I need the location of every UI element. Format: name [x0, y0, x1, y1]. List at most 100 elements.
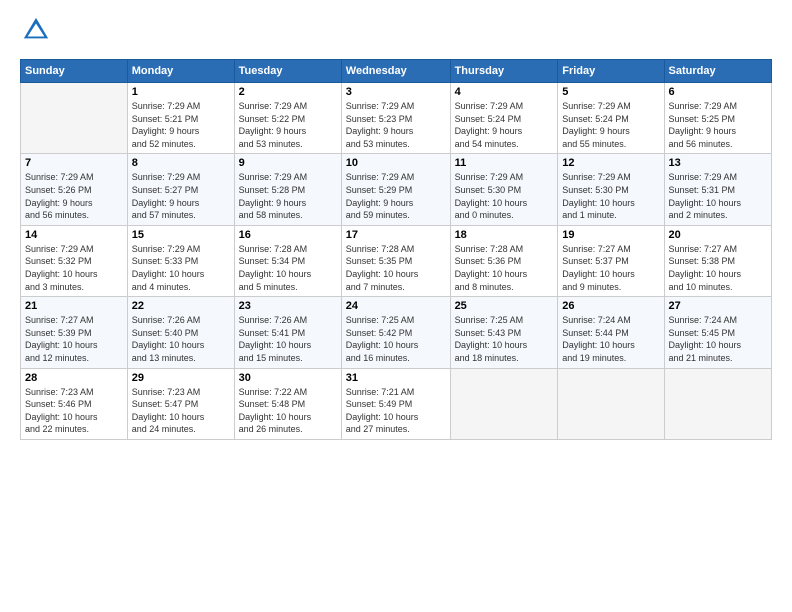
day-cell [664, 368, 771, 439]
day-info: Sunrise: 7:28 AMSunset: 5:34 PMDaylight:… [239, 243, 337, 293]
day-info: Sunrise: 7:29 AMSunset: 5:24 PMDaylight:… [455, 100, 554, 150]
day-cell: 22 Sunrise: 7:26 AMSunset: 5:40 PMDayligh… [127, 297, 234, 368]
day-number: 13 [669, 157, 767, 169]
day-number: 21 [25, 300, 123, 312]
week-row-3: 21 Sunrise: 7:27 AMSunset: 5:39 PMDayligh… [21, 297, 772, 368]
day-cell: 24 Sunrise: 7:25 AMSunset: 5:42 PMDayligh… [341, 297, 450, 368]
day-number: 10 [346, 157, 446, 169]
day-cell: 17 Sunrise: 7:28 AMSunset: 5:35 PMDayligh… [341, 225, 450, 296]
day-info: Sunrise: 7:25 AMSunset: 5:43 PMDaylight:… [455, 314, 554, 364]
day-cell: 3 Sunrise: 7:29 AMSunset: 5:23 PMDaylight… [341, 83, 450, 154]
day-cell [450, 368, 558, 439]
day-cell: 30 Sunrise: 7:22 AMSunset: 5:48 PMDayligh… [234, 368, 341, 439]
day-info: Sunrise: 7:23 AMSunset: 5:47 PMDaylight:… [132, 386, 230, 436]
day-info: Sunrise: 7:22 AMSunset: 5:48 PMDaylight:… [239, 386, 337, 436]
day-cell: 5 Sunrise: 7:29 AMSunset: 5:24 PMDaylight… [558, 83, 664, 154]
day-number: 25 [455, 300, 554, 312]
day-number: 29 [132, 372, 230, 384]
page: SundayMondayTuesdayWednesdayThursdayFrid… [0, 0, 792, 450]
day-cell: 15 Sunrise: 7:29 AMSunset: 5:33 PMDayligh… [127, 225, 234, 296]
day-number: 26 [562, 300, 659, 312]
day-info: Sunrise: 7:23 AMSunset: 5:46 PMDaylight:… [25, 386, 123, 436]
day-cell: 27 Sunrise: 7:24 AMSunset: 5:45 PMDayligh… [664, 297, 771, 368]
day-number: 8 [132, 157, 230, 169]
logo-icon [22, 16, 50, 44]
day-header-sunday: Sunday [21, 60, 128, 83]
calendar: SundayMondayTuesdayWednesdayThursdayFrid… [20, 59, 772, 440]
day-info: Sunrise: 7:28 AMSunset: 5:35 PMDaylight:… [346, 243, 446, 293]
day-cell: 8 Sunrise: 7:29 AMSunset: 5:27 PMDaylight… [127, 154, 234, 225]
week-row-2: 14 Sunrise: 7:29 AMSunset: 5:32 PMDayligh… [21, 225, 772, 296]
day-cell: 4 Sunrise: 7:29 AMSunset: 5:24 PMDaylight… [450, 83, 558, 154]
day-cell [21, 83, 128, 154]
day-header-saturday: Saturday [664, 60, 771, 83]
day-info: Sunrise: 7:29 AMSunset: 5:23 PMDaylight:… [346, 100, 446, 150]
day-info: Sunrise: 7:29 AMSunset: 5:31 PMDaylight:… [669, 171, 767, 221]
day-cell [558, 368, 664, 439]
day-info: Sunrise: 7:29 AMSunset: 5:33 PMDaylight:… [132, 243, 230, 293]
day-cell: 14 Sunrise: 7:29 AMSunset: 5:32 PMDayligh… [21, 225, 128, 296]
day-info: Sunrise: 7:21 AMSunset: 5:49 PMDaylight:… [346, 386, 446, 436]
day-number: 24 [346, 300, 446, 312]
day-number: 11 [455, 157, 554, 169]
calendar-body: 1 Sunrise: 7:29 AMSunset: 5:21 PMDaylight… [21, 83, 772, 440]
day-info: Sunrise: 7:29 AMSunset: 5:32 PMDaylight:… [25, 243, 123, 293]
day-cell: 13 Sunrise: 7:29 AMSunset: 5:31 PMDayligh… [664, 154, 771, 225]
day-cell: 6 Sunrise: 7:29 AMSunset: 5:25 PMDaylight… [664, 83, 771, 154]
header-row: SundayMondayTuesdayWednesdayThursdayFrid… [21, 60, 772, 83]
day-number: 19 [562, 229, 659, 241]
day-header-monday: Monday [127, 60, 234, 83]
day-header-wednesday: Wednesday [341, 60, 450, 83]
day-cell: 9Sunrise: 7:29 AMSunset: 5:28 PMDaylight… [234, 154, 341, 225]
day-cell: 23Sunrise: 7:26 AMSunset: 5:41 PMDayligh… [234, 297, 341, 368]
day-info: Sunrise: 7:26 AMSunset: 5:40 PMDaylight:… [132, 314, 230, 364]
day-cell: 7Sunrise: 7:29 AMSunset: 5:26 PMDaylight… [21, 154, 128, 225]
day-info: Sunrise: 7:29 AMSunset: 5:27 PMDaylight:… [132, 171, 230, 221]
day-info: Sunrise: 7:29 AMSunset: 5:30 PMDaylight:… [562, 171, 659, 221]
day-header-friday: Friday [558, 60, 664, 83]
day-number: 14 [25, 229, 123, 241]
day-number: 3 [346, 86, 446, 98]
day-info: Sunrise: 7:29 AMSunset: 5:29 PMDaylight:… [346, 171, 446, 221]
day-info: Sunrise: 7:24 AMSunset: 5:44 PMDaylight:… [562, 314, 659, 364]
day-number: 15 [132, 229, 230, 241]
day-number: 7 [25, 157, 123, 169]
day-number: 1 [132, 86, 230, 98]
day-info: Sunrise: 7:27 AMSunset: 5:38 PMDaylight:… [669, 243, 767, 293]
week-row-1: 7Sunrise: 7:29 AMSunset: 5:26 PMDaylight… [21, 154, 772, 225]
day-info: Sunrise: 7:29 AMSunset: 5:24 PMDaylight:… [562, 100, 659, 150]
day-header-thursday: Thursday [450, 60, 558, 83]
day-cell: 16 Sunrise: 7:28 AMSunset: 5:34 PMDayligh… [234, 225, 341, 296]
logo [20, 16, 54, 49]
day-number: 5 [562, 86, 659, 98]
day-number: 6 [669, 86, 767, 98]
day-info: Sunrise: 7:29 AMSunset: 5:30 PMDaylight:… [455, 171, 554, 221]
day-info: Sunrise: 7:25 AMSunset: 5:42 PMDaylight:… [346, 314, 446, 364]
day-number: 30 [239, 372, 337, 384]
day-info: Sunrise: 7:29 AMSunset: 5:22 PMDaylight:… [239, 100, 337, 150]
day-number: 4 [455, 86, 554, 98]
day-cell: 1 Sunrise: 7:29 AMSunset: 5:21 PMDaylight… [127, 83, 234, 154]
day-number: 27 [669, 300, 767, 312]
day-info: Sunrise: 7:24 AMSunset: 5:45 PMDaylight:… [669, 314, 767, 364]
week-row-4: 28Sunrise: 7:23 AMSunset: 5:46 PMDayligh… [21, 368, 772, 439]
day-number: 16 [239, 229, 337, 241]
day-cell: 26 Sunrise: 7:24 AMSunset: 5:44 PMDayligh… [558, 297, 664, 368]
day-cell: 20 Sunrise: 7:27 AMSunset: 5:38 PMDayligh… [664, 225, 771, 296]
day-number: 20 [669, 229, 767, 241]
day-cell: 28Sunrise: 7:23 AMSunset: 5:46 PMDayligh… [21, 368, 128, 439]
day-cell: 21 Sunrise: 7:27 AMSunset: 5:39 PMDayligh… [21, 297, 128, 368]
day-info: Sunrise: 7:29 AMSunset: 5:28 PMDaylight:… [239, 171, 337, 221]
day-info: Sunrise: 7:27 AMSunset: 5:39 PMDaylight:… [25, 314, 123, 364]
day-info: Sunrise: 7:26 AMSunset: 5:41 PMDaylight:… [239, 314, 337, 364]
day-number: 18 [455, 229, 554, 241]
day-number: 12 [562, 157, 659, 169]
day-info: Sunrise: 7:28 AMSunset: 5:36 PMDaylight:… [455, 243, 554, 293]
day-info: Sunrise: 7:27 AMSunset: 5:37 PMDaylight:… [562, 243, 659, 293]
day-info: Sunrise: 7:29 AMSunset: 5:25 PMDaylight:… [669, 100, 767, 150]
day-number: 17 [346, 229, 446, 241]
week-row-0: 1 Sunrise: 7:29 AMSunset: 5:21 PMDaylight… [21, 83, 772, 154]
day-number: 22 [132, 300, 230, 312]
day-cell: 12 Sunrise: 7:29 AMSunset: 5:30 PMDayligh… [558, 154, 664, 225]
day-info: Sunrise: 7:29 AMSunset: 5:21 PMDaylight:… [132, 100, 230, 150]
